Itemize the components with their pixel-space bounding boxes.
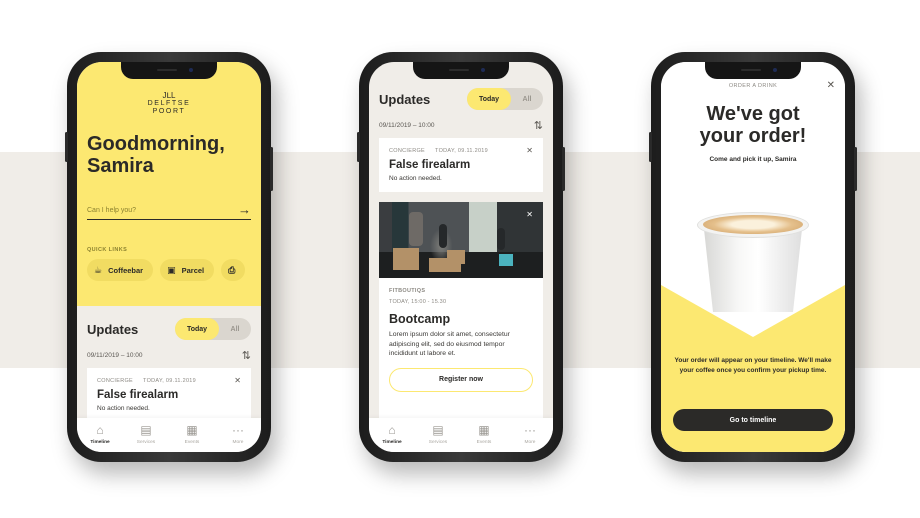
more-icon: ··· <box>232 423 244 437</box>
services-icon: ▤ <box>432 423 444 437</box>
tab-events[interactable]: ▦ Events <box>174 423 210 445</box>
updates-title: Updates <box>379 91 431 107</box>
calendar-icon: ▦ <box>478 423 490 437</box>
quick-links-row: ☕ Coffeebar ▣ Parcel ⎙ <box>87 259 251 281</box>
close-icon[interactable]: ✕ <box>234 376 241 385</box>
close-icon[interactable]: ✕ <box>526 210 533 219</box>
tab-bar: ⌂ Timeline ▤ Services ▦ Events ··· More <box>77 418 261 452</box>
tab-timeline[interactable]: ⌂ Timeline <box>374 423 410 445</box>
alert-title: False firealarm <box>97 389 179 401</box>
help-placeholder: Can I help you? <box>87 206 137 214</box>
go-to-timeline-button[interactable]: Go to timeline <box>673 409 833 431</box>
home-screen: JᒪL DELFTSE POORT Goodmorning, Samira Ca… <box>77 62 261 452</box>
phone-notch <box>705 62 801 79</box>
close-icon[interactable]: ✕ <box>827 80 835 91</box>
alert-date: TODAY, 09.11.2019 <box>143 378 197 384</box>
phone-home: JᒪL DELFTSE POORT Goodmorning, Samira Ca… <box>65 52 273 462</box>
more-icon: ··· <box>524 423 536 437</box>
quick-link-coffeebar[interactable]: ☕ Coffeebar <box>87 259 154 281</box>
refresh-icon[interactable]: ⇅ <box>534 119 543 132</box>
calendar-icon: ▦ <box>186 423 198 437</box>
order-screen: ORDER A DRINK ✕ We've got your order! Co… <box>661 62 845 452</box>
event-card[interactable]: FITBOUTIQS TODAY, 15:00 - 15.30 Bootcamp… <box>379 278 543 418</box>
toggle-all[interactable]: All <box>511 88 543 110</box>
tab-services[interactable]: ▤ Services <box>128 423 164 445</box>
tab-timeline[interactable]: ⌂ Timeline <box>82 423 118 445</box>
updates-filter-toggle[interactable]: Today All <box>467 88 543 110</box>
arrow-right-icon[interactable]: → <box>238 203 251 216</box>
event-organizer: FITBOUTIQS <box>389 288 426 294</box>
order-subtitle: Come and pick it up, Samira <box>709 156 797 163</box>
event-title: Bootcamp <box>389 312 451 326</box>
tab-services[interactable]: ▤ Services <box>420 423 456 445</box>
phone-notch <box>413 62 509 79</box>
order-title: We've got your order! <box>699 103 807 147</box>
phone-order: ORDER A DRINK ✕ We've got your order! Co… <box>649 52 857 462</box>
phone-updates: Updates Today All 09/11/2019 – 10:00 ⇅ C… <box>357 52 565 462</box>
toggle-today[interactable]: Today <box>467 88 511 110</box>
home-icon: ⌂ <box>96 423 104 437</box>
services-icon: ▤ <box>140 423 152 437</box>
event-time: TODAY, 15:00 - 15.30 <box>389 299 447 305</box>
tab-bar: ⌂ Timeline ▤ Services ▦ Events ··· More <box>369 418 553 452</box>
coffee-cup-image <box>697 212 809 312</box>
quick-link-printer[interactable]: ⎙ <box>221 259 246 281</box>
order-message: Your order will appear on your timeline.… <box>674 357 832 374</box>
printer-icon: ⎙ <box>228 264 236 275</box>
register-button[interactable]: Register now <box>389 367 533 392</box>
home-hero: JᒪL DELFTSE POORT Goodmorning, Samira Ca… <box>77 62 261 306</box>
refresh-icon[interactable]: ⇅ <box>242 349 251 362</box>
quick-link-parcel[interactable]: ▣ Parcel <box>160 259 215 281</box>
toggle-all[interactable]: All <box>219 318 251 340</box>
delftse-poort-logo: JᒪL DELFTSE POORT <box>147 91 191 116</box>
bootcamp-photo: ✕ <box>379 202 543 278</box>
close-icon[interactable]: ✕ <box>526 146 533 155</box>
help-search-input[interactable]: Can I help you? → <box>87 203 251 220</box>
alert-title: False firealarm <box>389 159 471 171</box>
tab-events[interactable]: ▦ Events <box>466 423 502 445</box>
alert-card[interactable]: CONCIERGE TODAY, 09.11.2019 ✕ False fire… <box>87 368 251 422</box>
parcel-icon: ▣ <box>167 264 176 275</box>
updates-title: Updates <box>87 321 139 337</box>
alert-category: CONCIERGE <box>389 148 426 154</box>
updates-filter-toggle[interactable]: Today All <box>175 318 251 340</box>
alert-body: No action needed. <box>389 175 442 182</box>
phone-notch <box>121 62 217 79</box>
alert-category: CONCIERGE <box>97 378 134 384</box>
tab-more[interactable]: ··· More <box>512 423 548 445</box>
update-timestamp: 09/11/2019 – 10:00 <box>379 122 435 129</box>
alert-body: No action needed. <box>97 405 150 412</box>
updates-section: Updates Today All 09/11/2019 – 10:00 ⇅ C… <box>77 306 261 422</box>
toggle-today[interactable]: Today <box>175 318 219 340</box>
quick-links-title: QUICK LINKS <box>87 247 128 253</box>
home-icon: ⌂ <box>388 423 396 437</box>
greeting-heading: Goodmorning, Samira <box>87 133 225 177</box>
updates-screen: Updates Today All 09/11/2019 – 10:00 ⇅ C… <box>369 62 553 452</box>
tab-more[interactable]: ··· More <box>220 423 256 445</box>
alert-date: TODAY, 09.11.2019 <box>435 148 489 154</box>
alert-card[interactable]: CONCIERGE TODAY, 09.11.2019 ✕ False fire… <box>379 138 543 192</box>
coffee-cup-icon: ☕ <box>94 264 103 275</box>
event-description: Lorem ipsum dolor sit amet, consectetur … <box>389 331 510 357</box>
update-timestamp: 09/11/2019 – 10:00 <box>87 352 143 359</box>
